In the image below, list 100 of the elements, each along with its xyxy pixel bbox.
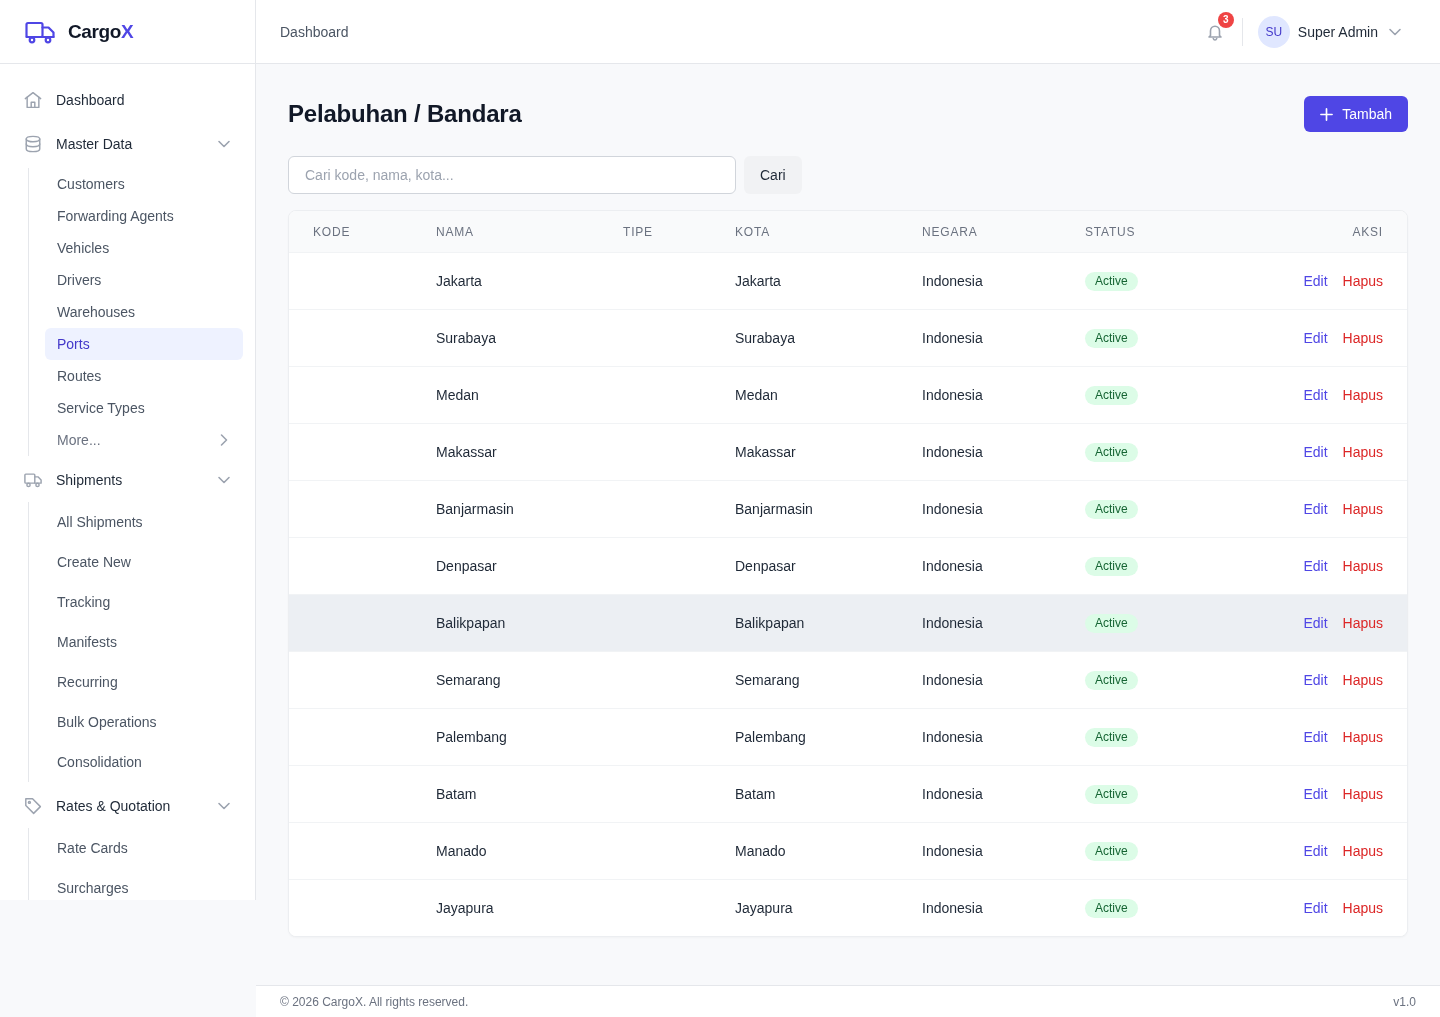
nav-subitem[interactable]: Warehouses: [45, 296, 243, 328]
nav-subitem[interactable]: Customers: [45, 168, 243, 200]
nav-subitem[interactable]: Service Types: [45, 392, 243, 424]
table-cell: Indonesia: [922, 786, 983, 802]
edit-link[interactable]: Edit: [1303, 900, 1328, 916]
table-cell: Surabaya: [735, 330, 795, 346]
edit-link[interactable]: Edit: [1303, 501, 1328, 517]
nav-subitem[interactable]: Forwarding Agents: [45, 200, 243, 232]
nav-subitem[interactable]: Recurring: [45, 662, 243, 702]
delete-link[interactable]: Hapus: [1342, 843, 1383, 859]
delete-link[interactable]: Hapus: [1342, 786, 1383, 802]
delete-link[interactable]: Hapus: [1342, 615, 1383, 631]
table-cell: Indonesia: [922, 729, 983, 745]
nav-subitem[interactable]: Tracking: [45, 582, 243, 622]
notification-badge: 3: [1217, 11, 1234, 28]
nav-subitem[interactable]: More...: [45, 424, 243, 456]
nav-item[interactable]: Dashboard: [12, 80, 243, 120]
edit-link[interactable]: Edit: [1303, 387, 1328, 403]
database-icon: [24, 135, 42, 153]
copyright-text: © 2026 CargoX. All rights reserved.: [280, 994, 469, 1009]
edit-link[interactable]: Edit: [1303, 615, 1328, 631]
nav-subitem[interactable]: Manifests: [45, 622, 243, 662]
nav-subitem[interactable]: Drivers: [45, 264, 243, 296]
add-button[interactable]: Tambah: [1304, 96, 1408, 132]
nav-subitem[interactable]: Routes: [45, 360, 243, 392]
nav-subitem[interactable]: Surcharges: [45, 868, 243, 900]
table-cell: Semarang: [735, 672, 800, 688]
edit-link[interactable]: Edit: [1303, 558, 1328, 574]
status-badge: Active: [1085, 841, 1138, 861]
delete-link[interactable]: Hapus: [1342, 330, 1383, 346]
status-badge: Active: [1085, 613, 1138, 633]
edit-link[interactable]: Edit: [1303, 672, 1328, 688]
user-avatar[interactable]: SU: [1257, 15, 1290, 48]
table-cell: Indonesia: [922, 900, 983, 916]
table-cell: Palembang: [436, 729, 507, 745]
nav-item[interactable]: Master Data: [12, 124, 243, 164]
table-cell: Jakarta: [436, 273, 482, 289]
table-cell: Denpasar: [735, 558, 796, 574]
status-badge: Active: [1085, 727, 1138, 747]
table-cell: Medan: [436, 387, 479, 403]
status-badge: Active: [1085, 499, 1138, 519]
nav-item[interactable]: Rates & Quotation: [12, 786, 243, 826]
column-header: KOTA: [735, 224, 770, 239]
column-header: NAMA: [436, 224, 474, 239]
status-badge: Active: [1085, 271, 1138, 291]
table-cell: Surabaya: [436, 330, 496, 346]
table-cell: Batam: [436, 786, 477, 802]
edit-link[interactable]: Edit: [1303, 444, 1328, 460]
status-badge: Active: [1085, 898, 1138, 918]
table-cell: Banjarmasin: [436, 501, 514, 517]
table-cell: Indonesia: [922, 501, 983, 517]
home-icon: [24, 91, 42, 109]
table-cell: Balikpapan: [735, 615, 805, 631]
status-badge: Active: [1085, 670, 1138, 690]
status-badge: Active: [1085, 556, 1138, 576]
edit-link[interactable]: Edit: [1303, 729, 1328, 745]
delete-link[interactable]: Hapus: [1342, 900, 1383, 916]
table-cell: Jayapura: [436, 900, 494, 916]
delete-link[interactable]: Hapus: [1342, 387, 1383, 403]
search-button[interactable]: Cari: [744, 156, 802, 194]
nav-subitem[interactable]: Create New: [45, 542, 243, 582]
nav-subitem[interactable]: All Shipments: [45, 502, 243, 542]
delete-link[interactable]: Hapus: [1342, 273, 1383, 289]
table-cell: Indonesia: [922, 444, 983, 460]
edit-link[interactable]: Edit: [1303, 330, 1328, 346]
edit-link[interactable]: Edit: [1303, 273, 1328, 289]
delete-link[interactable]: Hapus: [1342, 672, 1383, 688]
user-name[interactable]: Super Admin: [1297, 23, 1378, 40]
table-cell: Indonesia: [922, 387, 983, 403]
table-cell: Makassar: [436, 444, 497, 460]
edit-link[interactable]: Edit: [1303, 843, 1328, 859]
edit-link[interactable]: Edit: [1303, 786, 1328, 802]
delete-link[interactable]: Hapus: [1342, 558, 1383, 574]
nav-subitem[interactable]: Bulk Operations: [45, 702, 243, 742]
table-cell: Manado: [436, 843, 487, 859]
status-badge: Active: [1085, 442, 1138, 462]
delete-link[interactable]: Hapus: [1342, 501, 1383, 517]
status-badge: Active: [1085, 328, 1138, 348]
table-cell: Makassar: [735, 444, 796, 460]
table-cell: Denpasar: [436, 558, 497, 574]
table-cell: Semarang: [436, 672, 501, 688]
table-cell: Banjarmasin: [735, 501, 813, 517]
column-header: TIPE: [623, 224, 653, 239]
delete-link[interactable]: Hapus: [1342, 729, 1383, 745]
table-cell: Batam: [735, 786, 776, 802]
nav-subitem[interactable]: Ports: [45, 328, 243, 360]
table-cell: Indonesia: [922, 273, 983, 289]
table-cell: Medan: [735, 387, 778, 403]
delete-link[interactable]: Hapus: [1342, 444, 1383, 460]
nav-subitem[interactable]: Rate Cards: [45, 828, 243, 868]
table-cell: Indonesia: [922, 672, 983, 688]
table-cell: Manado: [735, 843, 786, 859]
bell-icon[interactable]: [1205, 22, 1224, 41]
table-cell: Indonesia: [922, 843, 983, 859]
nav-item[interactable]: Shipments: [12, 460, 243, 500]
nav-subitem[interactable]: Consolidation: [45, 742, 243, 782]
table-cell: Indonesia: [922, 558, 983, 574]
table-cell: Indonesia: [922, 615, 983, 631]
nav-subitem[interactable]: Vehicles: [45, 232, 243, 264]
search-field[interactable]: Cari kode, nama, kota...: [288, 156, 736, 194]
